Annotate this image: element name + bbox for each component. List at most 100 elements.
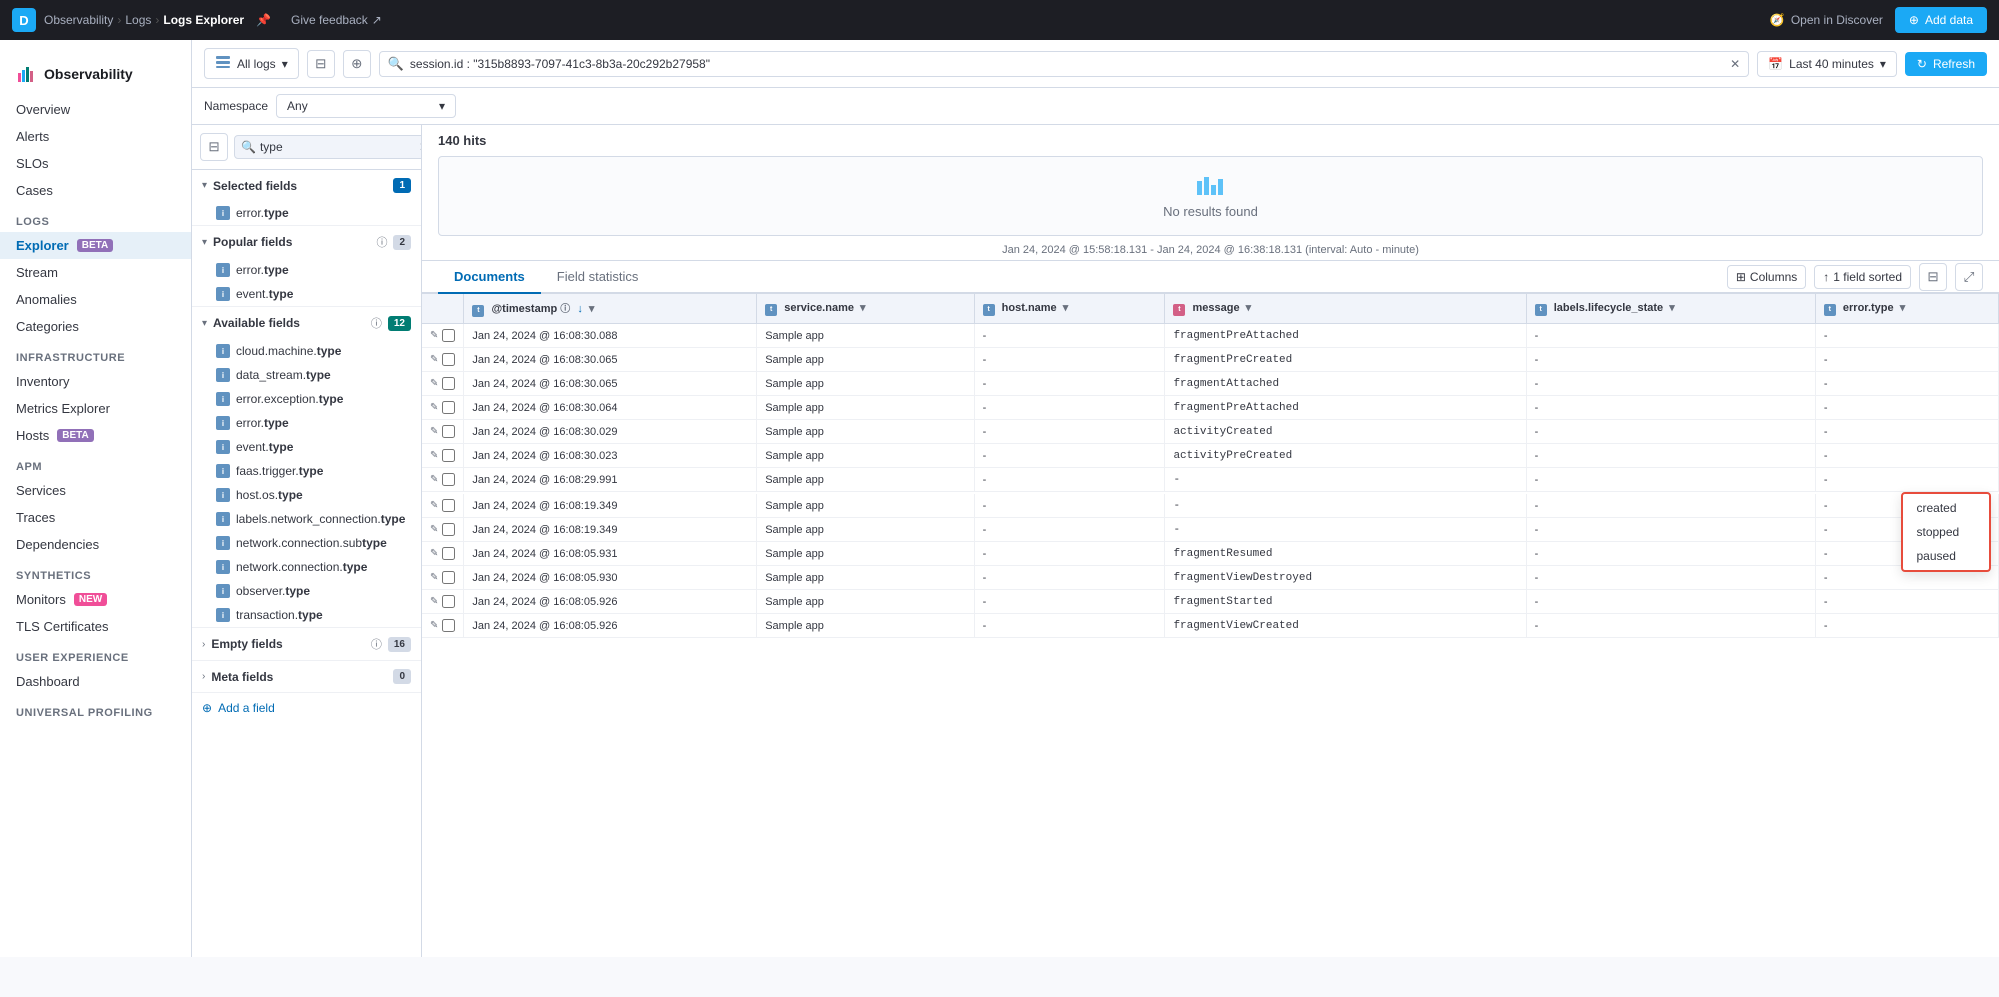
col-expand-icon[interactable]: ▾ [586, 303, 598, 315]
row-checkbox[interactable] [442, 353, 455, 366]
row-expand-icon[interactable]: ✎ [430, 474, 438, 485]
col-expand-icon[interactable]: ▾ [1666, 302, 1678, 314]
row-expand-icon[interactable]: ✎ [430, 354, 438, 365]
sidebar-item-metrics-explorer[interactable]: Metrics Explorer [0, 395, 191, 422]
row-checkbox[interactable] [442, 401, 455, 414]
time-picker-button[interactable]: 📅 Last 40 minutes ▾ [1757, 51, 1897, 77]
row-expand-icon[interactable]: ✎ [430, 524, 438, 535]
feedback-link[interactable]: Give feedback ↗ [291, 13, 382, 27]
row-expand-icon[interactable]: ✎ [430, 330, 438, 341]
empty-fields-header[interactable]: › Empty fields ⓘ 16 [192, 628, 421, 660]
field-item-faas-trigger-type[interactable]: ifaas.trigger.type [192, 459, 421, 483]
row-expand-icon[interactable]: ✎ [430, 596, 438, 607]
sidebar-item-tls-certs[interactable]: TLS Certificates [0, 613, 191, 640]
field-search-input[interactable] [260, 140, 415, 154]
tab-documents[interactable]: Documents [438, 261, 541, 294]
field-item-observer-type[interactable]: iobserver.type [192, 579, 421, 603]
sidebar-item-anomalies[interactable]: Anomalies [0, 286, 191, 313]
sorted-button[interactable]: ↑ 1 field sorted [1814, 265, 1911, 289]
refresh-button[interactable]: ↻ Refresh [1905, 52, 1987, 76]
open-discover-button[interactable]: 🧭 Open in Discover [1770, 13, 1883, 27]
field-item-network-type[interactable]: inetwork.connection.type [192, 555, 421, 579]
col-expand-icon[interactable]: ▾ [1897, 302, 1909, 314]
breadcrumb-logs[interactable]: Logs [125, 13, 151, 27]
breadcrumb-observability[interactable]: Observability [44, 13, 113, 27]
field-item-network-subtype[interactable]: inetwork.connection.subtype [192, 531, 421, 555]
fullscreen-button[interactable]: ⤢ [1955, 263, 1983, 291]
sidebar-item-alerts[interactable]: Alerts [0, 123, 191, 150]
tab-field-statistics[interactable]: Field statistics [541, 261, 655, 294]
sidebar-item-traces[interactable]: Traces [0, 504, 191, 531]
row-checkbox[interactable] [442, 571, 455, 584]
display-settings-button[interactable]: ⊟ [1919, 263, 1947, 291]
sidebar-item-cases[interactable]: Cases [0, 177, 191, 204]
all-logs-button[interactable]: All logs ▾ [204, 48, 299, 79]
field-item-error-type-popular[interactable]: i error.type [192, 258, 421, 282]
search-input[interactable] [410, 57, 1724, 71]
col-expand-icon[interactable]: ▾ [1243, 302, 1255, 314]
field-item-event-type-popular[interactable]: i event.type [192, 282, 421, 306]
meta-fields-header[interactable]: › Meta fields 0 [192, 661, 421, 692]
row-expand-icon[interactable]: ✎ [430, 500, 438, 511]
row-checkbox[interactable] [442, 473, 455, 486]
field-item-host-os-type[interactable]: ihost.os.type [192, 483, 421, 507]
field-item-labels-network-type[interactable]: ilabels.network_connection.type [192, 507, 421, 531]
dropdown-item-created[interactable]: created [1903, 496, 1989, 520]
header-message[interactable]: t message ▾ [1165, 294, 1526, 324]
row-expand-icon[interactable]: ✎ [430, 378, 438, 389]
col-expand-icon[interactable]: ▾ [857, 302, 869, 314]
field-item-event-type-avail[interactable]: ievent.type [192, 435, 421, 459]
dropdown-item-paused[interactable]: paused [1903, 544, 1989, 568]
search-clear-button[interactable]: ✕ [1730, 57, 1740, 71]
popular-fields-header[interactable]: ▾ Popular fields ⓘ 2 [192, 226, 421, 258]
sidebar-item-categories[interactable]: Categories [0, 313, 191, 340]
sidebar-item-explorer[interactable]: Explorer BETA [0, 232, 191, 259]
available-fields-header[interactable]: ▾ Available fields ⓘ 12 [192, 307, 421, 339]
add-data-button[interactable]: ⊕ Add data [1895, 7, 1987, 33]
row-checkbox[interactable] [442, 329, 455, 342]
sidebar-item-dashboard[interactable]: Dashboard [0, 668, 191, 695]
row-checkbox[interactable] [442, 547, 455, 560]
columns-button[interactable]: ⊞ Columns [1727, 265, 1806, 289]
sidebar-item-monitors[interactable]: Monitors NEW [0, 586, 191, 613]
sidebar-item-hosts[interactable]: Hosts BETA [0, 422, 191, 449]
field-browser-collapse-button[interactable]: ⊟ [200, 133, 228, 161]
filter-button[interactable]: ⊟ [307, 50, 335, 78]
header-lifecycle-state[interactable]: t labels.lifecycle_state ▾ [1526, 294, 1815, 324]
header-service-name[interactable]: t service.name ▾ [757, 294, 974, 324]
row-checkbox[interactable] [442, 523, 455, 536]
row-expand-icon[interactable]: ✎ [430, 450, 438, 461]
field-item-transaction-type[interactable]: itransaction.type [192, 603, 421, 627]
app-logo[interactable]: D [12, 8, 36, 32]
field-item-error-type-selected[interactable]: i error.type [192, 201, 421, 225]
namespace-select[interactable]: Any ▾ [276, 94, 456, 118]
header-host-name[interactable]: t host.name ▾ [974, 294, 1165, 324]
sidebar-item-stream[interactable]: Stream [0, 259, 191, 286]
sidebar-item-overview[interactable]: Overview [0, 96, 191, 123]
row-checkbox[interactable] [442, 595, 455, 608]
row-expand-icon[interactable]: ✎ [430, 548, 438, 559]
field-item-data-stream-type[interactable]: idata_stream.type [192, 363, 421, 387]
row-expand-icon[interactable]: ✎ [430, 620, 438, 631]
sidebar-item-inventory[interactable]: Inventory [0, 368, 191, 395]
breadcrumb-logs-explorer[interactable]: Logs Explorer [163, 13, 244, 27]
sidebar-item-services[interactable]: Services [0, 477, 191, 504]
header-timestamp[interactable]: t @timestamp ⓘ ↓ ▾ [464, 294, 757, 324]
add-field-button[interactable]: ⊕ Add a field [192, 693, 421, 723]
field-item-error-type-avail[interactable]: ierror.type [192, 411, 421, 435]
selected-fields-header[interactable]: ▾ Selected fields 1 [192, 170, 421, 201]
dropdown-item-stopped[interactable]: stopped [1903, 520, 1989, 544]
field-item-error-exception-type[interactable]: ierror.exception.type [192, 387, 421, 411]
row-checkbox[interactable] [442, 499, 455, 512]
sidebar-item-dependencies[interactable]: Dependencies [0, 531, 191, 558]
header-error-type[interactable]: t error.type ▾ [1815, 294, 1998, 324]
row-checkbox[interactable] [442, 449, 455, 462]
sidebar-item-slos[interactable]: SLOs [0, 150, 191, 177]
field-item-cloud-machine-type[interactable]: icloud.machine.type [192, 339, 421, 363]
row-expand-icon[interactable]: ✎ [430, 402, 438, 413]
row-checkbox[interactable] [442, 377, 455, 390]
row-expand-icon[interactable]: ✎ [430, 426, 438, 437]
col-expand-icon[interactable]: ▾ [1060, 302, 1072, 314]
row-checkbox[interactable] [442, 619, 455, 632]
add-filter-button[interactable]: ⊕ [343, 50, 371, 78]
